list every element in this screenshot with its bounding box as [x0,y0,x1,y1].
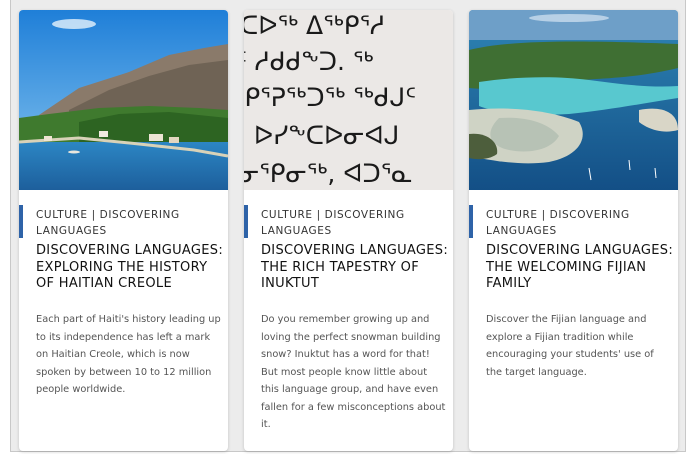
syllabics-line: ᑕᐅᖅ ᐃᖅᑭᕐᓱ [244,11,385,40]
article-description: Each part of Haiti's history leading up … [36,314,221,395]
article-title[interactable]: DISCOVERING LANGUAGES: EXPLORING THE HIS… [36,243,226,293]
article-description: Do you remember growing up and loving th… [261,314,446,430]
card-accent-bar [469,205,473,238]
inuktut-syllabics-image[interactable]: ᑕᐅᖅ ᐃᖅᑭᕐᓱ ᑦ ᓱᑯᑯᖕᑐ. ᖅ ᕿᕐᕈᖅᑐᖅ ᖅᑯᒍᑦ . ᐅᓯᖕᑕᐅ… [244,10,453,190]
article-card-fijian[interactable]: CULTURE | DISCOVERING LANGUAGES DISCOVER… [469,10,678,451]
card-accent-bar [19,205,23,238]
syllabics-line: . ᐅᓯᖕᑕᐅᓂᐊᒍ [244,121,399,150]
article-card-inuktut[interactable]: ᑕᐅᖅ ᐃᖅᑭᕐᓱ ᑦ ᓱᑯᑯᖕᑐ. ᖅ ᕿᕐᕈᖅᑐᖅ ᖅᑯᒍᑦ . ᐅᓯᖕᑕᐅ… [244,10,453,451]
article-title[interactable]: DISCOVERING LANGUAGES: THE WELCOMING FIJ… [486,243,676,293]
syllabics-line: ᕿᕐᕈᖅᑐᖅ ᖅᑯᒍᑦ [244,83,416,112]
category-label[interactable]: CULTURE | DISCOVERING LANGUAGES [36,207,221,239]
category-label[interactable]: CULTURE | DISCOVERING LANGUAGES [486,207,671,239]
haiti-coast-image[interactable] [19,10,228,190]
category-label[interactable]: CULTURE | DISCOVERING LANGUAGES [261,207,446,239]
article-title[interactable]: DISCOVERING LANGUAGES: THE RICH TAPESTRY… [261,243,451,293]
article-grid: CULTURE | DISCOVERING LANGUAGES DISCOVER… [10,0,686,452]
article-description: Discover the Fijian language and explore… [486,314,654,378]
article-card-haitian-creole[interactable]: CULTURE | DISCOVERING LANGUAGES DISCOVER… [19,10,228,451]
syllabics-line: ᑦ ᓱᑯᑯᖕᑐ. ᖅ [244,47,374,76]
card-accent-bar [244,205,248,238]
fiji-lagoon-image[interactable] [469,10,678,190]
syllabics-line: ᓂᕿᓂᖅ, ᐊᑐᕐᓇ [244,159,413,188]
